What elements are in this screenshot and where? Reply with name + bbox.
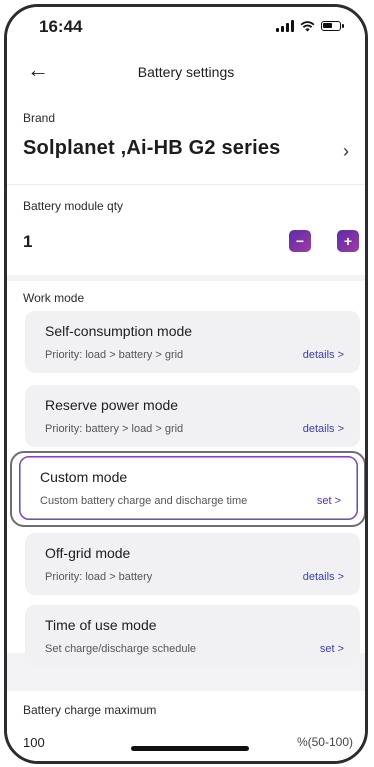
charge-max-row: Battery charge maximum 100 %(50-100) — [7, 691, 365, 761]
mode-desc: Priority: battery > load > grid — [45, 423, 184, 435]
battery-status-icon — [321, 21, 344, 31]
set-link[interactable]: set > — [320, 643, 344, 655]
signal-icon — [276, 20, 294, 32]
charge-max-input[interactable]: 100 — [23, 735, 45, 750]
mode-card-custom[interactable]: Custom mode Custom battery charge and di… — [19, 456, 358, 520]
page-title: Battery settings — [137, 64, 235, 80]
brand-label: Brand — [23, 111, 56, 125]
mode-name: Self-consumption mode — [45, 323, 193, 339]
set-link[interactable]: set > — [317, 495, 341, 507]
mode-desc: Priority: load > battery — [45, 571, 153, 583]
phone-frame: 16:44 ← Battery settings Brand Solplanet… — [4, 4, 368, 764]
qty-plus-button[interactable]: + — [337, 230, 359, 252]
mode-desc: Set charge/discharge schedule — [45, 643, 197, 655]
mode-name: Reserve power mode — [45, 397, 179, 413]
status-bar: 16:44 — [7, 7, 365, 47]
brand-row[interactable]: Brand Solplanet ,Ai-HB G2 series › — [7, 97, 365, 184]
status-icons — [276, 19, 344, 33]
mode-desc: Priority: load > battery > grid — [45, 349, 184, 361]
work-mode-label: Work mode — [23, 291, 85, 305]
qty-minus-button[interactable]: − — [289, 230, 311, 252]
wifi-icon — [300, 21, 315, 32]
details-link[interactable]: details > — [303, 423, 344, 435]
mode-card-off-grid[interactable]: Off-grid mode Priority: load > battery d… — [25, 533, 360, 595]
qty-row: Battery module qty 1 − + — [7, 184, 365, 275]
mode-card-reserve-power[interactable]: Reserve power mode Priority: battery > l… — [25, 385, 360, 447]
details-link[interactable]: details > — [303, 571, 344, 583]
nav-bar: ← Battery settings — [7, 47, 365, 97]
mode-card-self-consumption[interactable]: Self-consumption mode Priority: load > b… — [25, 311, 360, 373]
qty-label: Battery module qty — [23, 199, 124, 213]
charge-max-label: Battery charge maximum — [23, 703, 157, 717]
status-time: 16:44 — [39, 17, 83, 36]
chevron-right-icon: › — [343, 141, 349, 161]
details-link[interactable]: details > — [303, 349, 344, 361]
mode-card-time-of-use[interactable]: Time of use mode Set charge/discharge sc… — [25, 605, 360, 667]
qty-value: 1 — [23, 232, 33, 251]
mode-name: Time of use mode — [45, 617, 157, 633]
home-indicator — [131, 746, 249, 751]
brand-value: Solplanet ,Ai-HB G2 series — [23, 137, 281, 159]
mode-desc: Custom battery charge and discharge time — [40, 495, 248, 507]
mode-name: Off-grid mode — [45, 545, 131, 561]
charge-max-unit: %(50-100) — [296, 735, 353, 749]
mode-name: Custom mode — [40, 469, 128, 485]
